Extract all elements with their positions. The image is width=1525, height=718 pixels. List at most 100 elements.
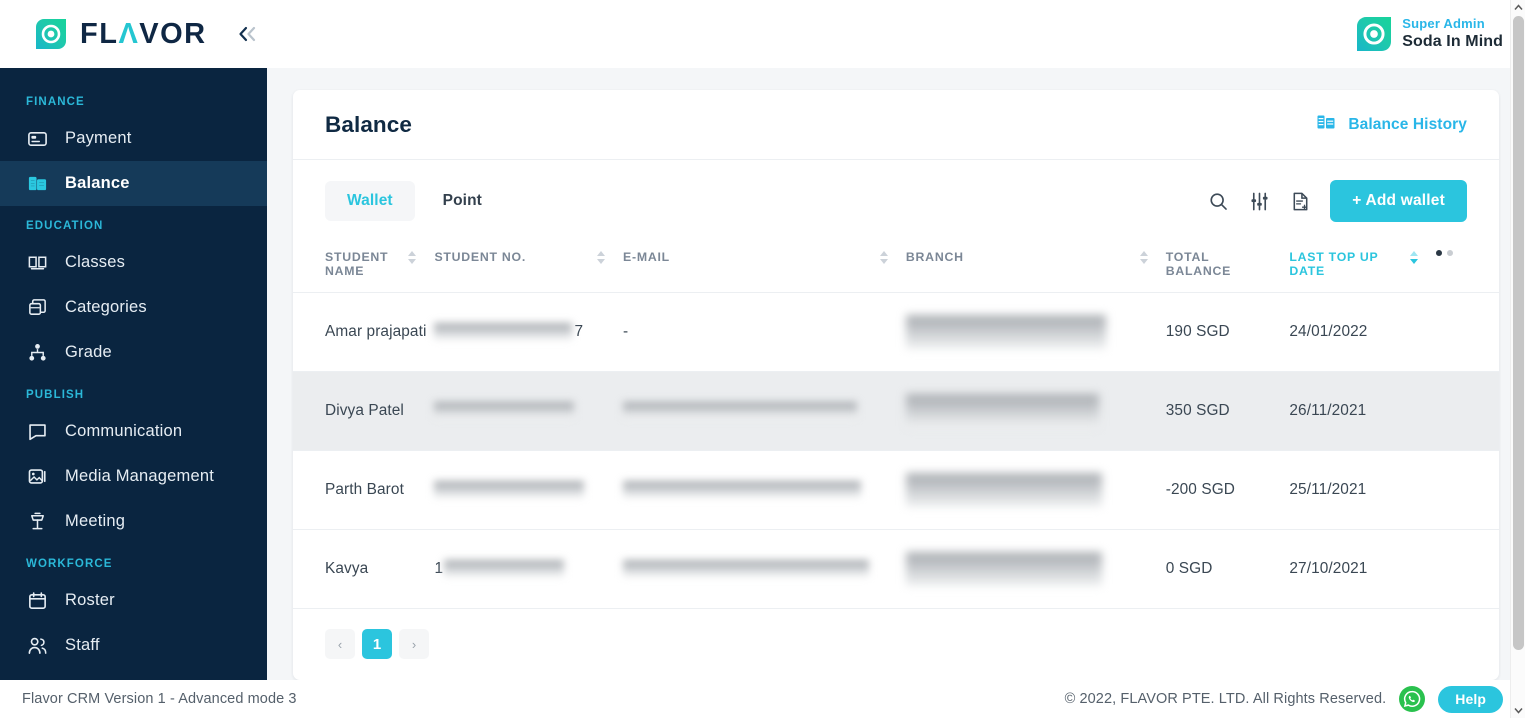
cell-branch — [905, 529, 1166, 609]
hierarchy-icon — [26, 342, 48, 364]
cell-branch — [905, 371, 1166, 451]
table-row[interactable]: Amar prajapati 7 - 190 SGD 24/01/2022 — [293, 292, 1499, 372]
scroll-thumb[interactable] — [1513, 16, 1524, 650]
sidebar-item-classes[interactable]: Classes — [0, 240, 267, 285]
scroll-down-arrow-icon[interactable] — [1511, 703, 1525, 718]
cell-actions[interactable] — [1436, 450, 1499, 530]
calendar-icon — [26, 590, 48, 612]
column-student-no[interactable]: STUDENT NO. — [434, 240, 624, 293]
user-text: Super Admin Soda In Mind — [1402, 16, 1503, 52]
cell-actions[interactable] — [1436, 529, 1499, 609]
tab-point[interactable]: Point — [421, 181, 504, 221]
footer-copyright: © 2022, FLAVOR PTE. LTD. All Rights Rese… — [1064, 691, 1387, 707]
column-actions[interactable] — [1436, 240, 1499, 293]
balance-sheet-icon — [26, 173, 48, 195]
cell-branch — [905, 450, 1166, 530]
sidebar-item-staff[interactable]: Staff — [0, 623, 267, 668]
cell-student-name: Amar prajapati — [293, 292, 435, 372]
sort-arrows-icon[interactable] — [408, 250, 417, 264]
cell-total-balance: -200 SGD — [1165, 450, 1290, 530]
cell-student-no: 1 — [434, 529, 624, 609]
toolbar-actions: + Add wallet — [1207, 180, 1467, 222]
pagination-page-1[interactable]: 1 — [362, 629, 392, 659]
column-total-balance[interactable]: TOTAL BALANCE — [1165, 240, 1290, 293]
brand-logo[interactable]: FL Λ VOR — [36, 19, 261, 49]
cell-email: - — [623, 292, 906, 372]
main-content: Balance Balance History Wallet Point + A… — [267, 68, 1525, 680]
credit-card-icon — [26, 128, 48, 150]
cell-actions[interactable] — [1436, 292, 1499, 372]
footer-actions: © 2022, FLAVOR PTE. LTD. All Rights Rese… — [1064, 685, 1503, 713]
chat-bubble-icon — [26, 421, 48, 443]
column-student-name[interactable]: STUDENT NAME — [293, 240, 435, 293]
sidebar-item-label: Classes — [65, 253, 126, 271]
cell-actions[interactable] — [1436, 371, 1499, 451]
cell-student-no: 7 — [434, 292, 624, 372]
app-root: FL Λ VOR Super Admin Soda In Mind FINANC… — [0, 0, 1525, 718]
table-row[interactable]: Kavya 1 0 SGD 27/10/2021 — [293, 529, 1499, 609]
page-scrollbar[interactable] — [1510, 0, 1525, 718]
column-branch[interactable]: BRANCH — [905, 240, 1166, 293]
cell-student-name: Kavya — [293, 529, 435, 609]
balance-sheet-icon — [1315, 111, 1337, 138]
balance-table-wrapper: STUDENT NAME STUDENT NO. E-MAIL BRANCH T… — [293, 240, 1499, 680]
pagination-prev[interactable]: ‹ — [325, 629, 355, 659]
cell-last-top-up-date: 27/10/2021 — [1289, 529, 1437, 609]
sidebar-item-meeting[interactable]: Meeting — [0, 499, 267, 544]
sidebar-item-grade[interactable]: Grade — [0, 330, 267, 375]
sort-arrows-icon[interactable] — [597, 250, 606, 264]
sidebar-item-payment[interactable]: Payment — [0, 116, 267, 161]
table-body: Amar prajapati 7 - 190 SGD 24/01/2022 Di… — [293, 292, 1499, 609]
sidebar-item-label: Roster — [65, 591, 115, 609]
flavor-logo-icon — [36, 19, 66, 49]
scroll-up-arrow-icon[interactable] — [1511, 0, 1525, 15]
column-email[interactable]: E-MAIL — [623, 240, 906, 293]
brand-wordmark: FL Λ VOR — [80, 17, 207, 50]
add-wallet-button[interactable]: + Add wallet — [1330, 180, 1467, 222]
cell-total-balance: 190 SGD — [1165, 292, 1290, 372]
table-header: STUDENT NAME STUDENT NO. E-MAIL BRANCH T… — [293, 240, 1499, 293]
column-label: LAST TOP UP DATE — [1289, 250, 1379, 278]
sidebar-group-publish: PUBLISH — [26, 389, 85, 401]
filter-sliders-icon[interactable] — [1248, 190, 1270, 212]
avatar — [1357, 17, 1392, 51]
sidebar-item-roster[interactable]: Roster — [0, 578, 267, 623]
sidebar-item-categories[interactable]: Categories — [0, 285, 267, 330]
sidebar-item-balance[interactable]: Balance — [0, 161, 267, 206]
cell-total-balance: 350 SGD — [1165, 371, 1290, 451]
column-options-icon[interactable] — [1436, 250, 1499, 256]
page-title: Balance — [325, 111, 412, 137]
column-last-top-up-date[interactable]: LAST TOP UP DATE — [1289, 240, 1437, 293]
sort-arrows-icon[interactable] — [1139, 250, 1148, 264]
table-row[interactable]: Parth Barot -200 SGD 25/11/2021 — [293, 450, 1499, 530]
user-menu[interactable]: Super Admin Soda In Mind — [1357, 16, 1503, 52]
sort-arrows-icon[interactable] — [879, 250, 888, 264]
sort-arrows-icon[interactable] — [1410, 250, 1419, 264]
tab-wallet[interactable]: Wallet — [325, 181, 415, 221]
sidebar-group-education: EDUCATION — [26, 220, 104, 232]
cell-branch — [905, 292, 1166, 372]
sidebar-collapse-icon[interactable] — [235, 21, 261, 47]
sidebar-item-communication[interactable]: Communication — [0, 409, 267, 454]
balance-table: STUDENT NAME STUDENT NO. E-MAIL BRANCH T… — [293, 240, 1499, 609]
cell-last-top-up-date: 24/01/2022 — [1289, 292, 1437, 372]
top-bar: FL Λ VOR Super Admin Soda In Mind — [0, 0, 1525, 68]
cell-email — [623, 450, 906, 530]
balance-history-button[interactable]: Balance History — [1315, 111, 1467, 138]
cell-email — [623, 529, 906, 609]
sidebar-item-label: Grade — [65, 343, 112, 361]
sidebar-item-label: Meeting — [65, 512, 126, 530]
whatsapp-icon[interactable] — [1399, 686, 1426, 712]
cell-total-balance: 0 SGD — [1165, 529, 1290, 609]
pagination-next[interactable]: › — [399, 629, 429, 659]
export-document-icon[interactable] — [1289, 190, 1311, 212]
sidebar-item-media-management[interactable]: Media Management — [0, 454, 267, 499]
cell-student-name: Parth Barot — [293, 450, 435, 530]
help-button[interactable]: Help — [1438, 685, 1503, 713]
sidebar-item-label: Media Management — [65, 467, 215, 485]
card-header: Balance Balance History — [293, 90, 1499, 160]
footer-version: Flavor CRM Version 1 - Advanced mode 3 — [22, 691, 297, 707]
search-icon[interactable] — [1207, 190, 1229, 212]
table-row[interactable]: Divya Patel 350 SGD 26/11/2021 — [293, 371, 1499, 451]
sidebar-item-label: Communication — [65, 422, 183, 440]
